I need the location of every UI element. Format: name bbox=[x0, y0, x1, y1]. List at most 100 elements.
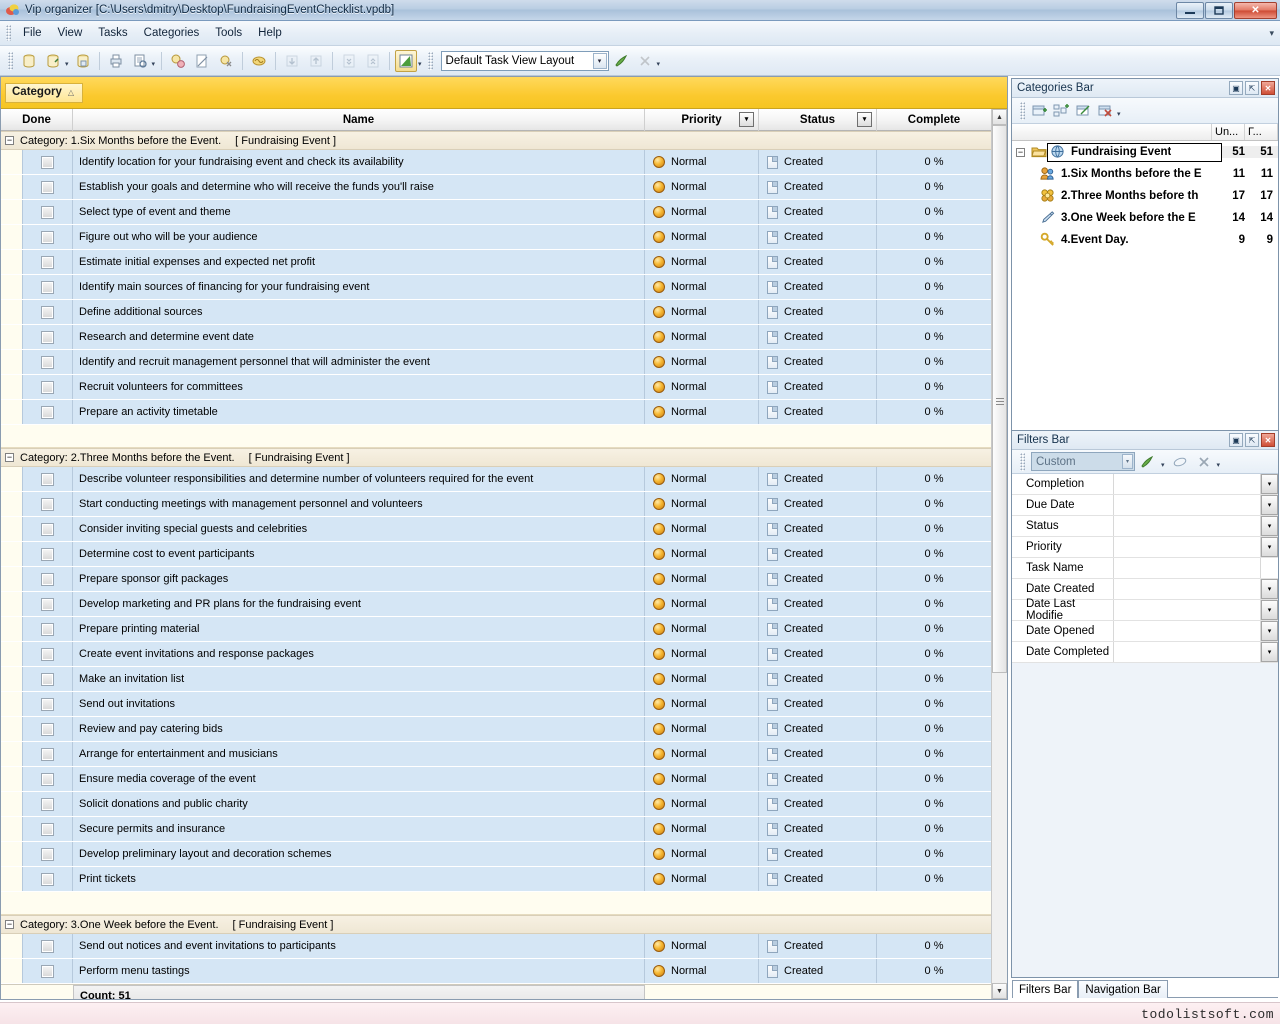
apply-layout-icon[interactable] bbox=[610, 50, 632, 72]
task-complete-cell[interactable]: 0 % bbox=[877, 767, 991, 791]
apply-filter-icon[interactable] bbox=[1137, 451, 1159, 472]
task-priority-cell[interactable]: Normal bbox=[645, 150, 759, 174]
filter-row[interactable]: Date Completed▾ bbox=[1012, 642, 1278, 663]
table-row[interactable]: Solicit donations and public charityNorm… bbox=[1, 792, 1007, 817]
task-status-cell[interactable]: Created bbox=[759, 492, 877, 516]
task-done-checkbox[interactable] bbox=[23, 592, 73, 616]
table-row[interactable]: Determine cost to event participantsNorm… bbox=[1, 542, 1007, 567]
task-done-checkbox[interactable] bbox=[23, 842, 73, 866]
task-complete-cell[interactable]: 0 % bbox=[877, 250, 991, 274]
task-status-cell[interactable]: Created bbox=[759, 542, 877, 566]
task-grid-body[interactable]: −Category: 1.Six Months before the Event… bbox=[1, 131, 1007, 1000]
task-done-checkbox[interactable] bbox=[23, 375, 73, 399]
task-status-cell[interactable]: Created bbox=[759, 275, 877, 299]
table-row[interactable]: Perform menu tastingsNormalCreated0 % bbox=[1, 959, 1007, 984]
menu-file[interactable]: File bbox=[15, 24, 50, 42]
menu-tasks[interactable]: Tasks bbox=[90, 24, 135, 42]
task-name-cell[interactable]: Research and determine event date bbox=[73, 325, 645, 349]
task-name-cell[interactable]: Identify main sources of financing for y… bbox=[73, 275, 645, 299]
task-status-cell[interactable]: Created bbox=[759, 200, 877, 224]
task-name-cell[interactable]: Figure out who will be your audience bbox=[73, 225, 645, 249]
task-complete-cell[interactable]: 0 % bbox=[877, 792, 991, 816]
filters-list[interactable]: Completion▾Due Date▾Status▾Priority▾Task… bbox=[1012, 474, 1278, 663]
task-priority-cell[interactable]: Normal bbox=[645, 375, 759, 399]
task-done-checkbox[interactable] bbox=[23, 250, 73, 274]
table-row[interactable]: Identify location for your fundraising e… bbox=[1, 150, 1007, 175]
table-row[interactable]: Identify and recruit management personne… bbox=[1, 350, 1007, 375]
table-row[interactable]: Create event invitations and response pa… bbox=[1, 642, 1007, 667]
task-view-layout-icon[interactable] bbox=[395, 50, 417, 72]
task-status-cell[interactable]: Created bbox=[759, 792, 877, 816]
task-name-cell[interactable]: Send out invitations bbox=[73, 692, 645, 716]
layout-combo-dropdown-icon[interactable]: ▾ bbox=[593, 53, 607, 69]
group-sort-ascending-icon[interactable]: △ bbox=[68, 88, 74, 97]
filter-row[interactable]: Due Date▾ bbox=[1012, 495, 1278, 516]
filter-preset-combo[interactable]: Custom ▾ bbox=[1031, 452, 1135, 471]
table-row[interactable]: Send out invitationsNormalCreated0 % bbox=[1, 692, 1007, 717]
filter-row[interactable]: Task Name bbox=[1012, 558, 1278, 579]
task-done-checkbox[interactable] bbox=[23, 200, 73, 224]
task-status-cell[interactable]: Created bbox=[759, 592, 877, 616]
column-header-done[interactable]: Done bbox=[1, 109, 73, 131]
task-name-cell[interactable]: Estimate initial expenses and expected n… bbox=[73, 250, 645, 274]
task-priority-cell[interactable]: Normal bbox=[645, 250, 759, 274]
task-priority-cell[interactable]: Normal bbox=[645, 225, 759, 249]
task-done-checkbox[interactable] bbox=[23, 150, 73, 174]
task-complete-cell[interactable]: 0 % bbox=[877, 817, 991, 841]
task-complete-cell[interactable]: 0 % bbox=[877, 692, 991, 716]
category-tree-node[interactable]: 1.Six Months before the E1111 bbox=[1012, 163, 1278, 185]
print-icon[interactable] bbox=[105, 50, 127, 72]
task-done-checkbox[interactable] bbox=[23, 617, 73, 641]
category-tree-node[interactable]: 4.Event Day.99 bbox=[1012, 229, 1278, 251]
close-button[interactable]: ✕ bbox=[1234, 2, 1277, 19]
table-row[interactable]: Identify main sources of financing for y… bbox=[1, 275, 1007, 300]
table-row[interactable]: Prepare sponsor gift packagesNormalCreat… bbox=[1, 567, 1007, 592]
edit-category-icon[interactable] bbox=[1073, 100, 1095, 121]
print-preview-icon[interactable] bbox=[129, 50, 151, 72]
task-status-cell[interactable]: Created bbox=[759, 250, 877, 274]
task-status-cell[interactable]: Created bbox=[759, 567, 877, 591]
task-done-checkbox[interactable] bbox=[23, 517, 73, 541]
filter-dropdown-icon[interactable]: ▾ bbox=[1261, 516, 1278, 536]
filter-value-input[interactable] bbox=[1114, 537, 1261, 557]
task-name-cell[interactable]: Consider inviting special guests and cel… bbox=[73, 517, 645, 541]
task-priority-cell[interactable]: Normal bbox=[645, 567, 759, 591]
group-by-band[interactable]: Category △ bbox=[1, 77, 1007, 109]
task-name-cell[interactable]: Arrange for entertainment and musicians bbox=[73, 742, 645, 766]
task-complete-cell[interactable]: 0 % bbox=[877, 934, 991, 958]
scroll-up-arrow-icon[interactable]: ▲ bbox=[992, 109, 1007, 125]
filter-row[interactable]: Date Opened▾ bbox=[1012, 621, 1278, 642]
task-complete-cell[interactable]: 0 % bbox=[877, 842, 991, 866]
dock-tab[interactable]: Filters Bar bbox=[1012, 980, 1078, 998]
category-tree-label-wrap[interactable]: 1.Six Months before the E bbox=[1038, 165, 1222, 184]
task-grid-vscrollbar[interactable]: ▲ ▼ bbox=[991, 109, 1007, 999]
filters-toolbar-grip-icon[interactable] bbox=[1020, 453, 1025, 471]
new-task-variant-icon[interactable] bbox=[42, 50, 64, 72]
table-row[interactable]: Send out notices and event invitations t… bbox=[1, 934, 1007, 959]
category-tree-node[interactable]: 2.Three Months before th1717 bbox=[1012, 185, 1278, 207]
task-status-cell[interactable]: Created bbox=[759, 717, 877, 741]
task-done-checkbox[interactable] bbox=[23, 934, 73, 958]
categories-bar-close-icon[interactable]: ✕ bbox=[1261, 81, 1275, 95]
table-row[interactable]: Research and determine event dateNormalC… bbox=[1, 325, 1007, 350]
minimize-button[interactable] bbox=[1176, 2, 1204, 19]
new-subtask-icon[interactable] bbox=[72, 50, 94, 72]
category-group-header[interactable]: −Category: 1.Six Months before the Event… bbox=[1, 131, 1007, 150]
table-row[interactable]: Establish your goals and determine who w… bbox=[1, 175, 1007, 200]
task-complete-cell[interactable]: 0 % bbox=[877, 959, 991, 983]
task-done-checkbox[interactable] bbox=[23, 300, 73, 324]
task-done-checkbox[interactable] bbox=[23, 717, 73, 741]
task-done-checkbox[interactable] bbox=[23, 350, 73, 374]
table-row[interactable]: Start conducting meetings with managemen… bbox=[1, 492, 1007, 517]
task-name-cell[interactable]: Establish your goals and determine who w… bbox=[73, 175, 645, 199]
filter-value-input[interactable] bbox=[1114, 642, 1261, 662]
categories-toolbar-overflow-icon[interactable]: ▾ bbox=[1117, 110, 1121, 118]
task-complete-cell[interactable]: 0 % bbox=[877, 642, 991, 666]
toolbar-overflow-icon[interactable]: ▾ bbox=[657, 60, 661, 68]
task-status-cell[interactable]: Created bbox=[759, 325, 877, 349]
column-header-name[interactable]: Name bbox=[73, 109, 645, 131]
task-status-cell[interactable]: Created bbox=[759, 175, 877, 199]
move-down-icon[interactable] bbox=[281, 50, 303, 72]
task-name-cell[interactable]: Define additional sources bbox=[73, 300, 645, 324]
filter-value-input[interactable] bbox=[1114, 495, 1261, 515]
